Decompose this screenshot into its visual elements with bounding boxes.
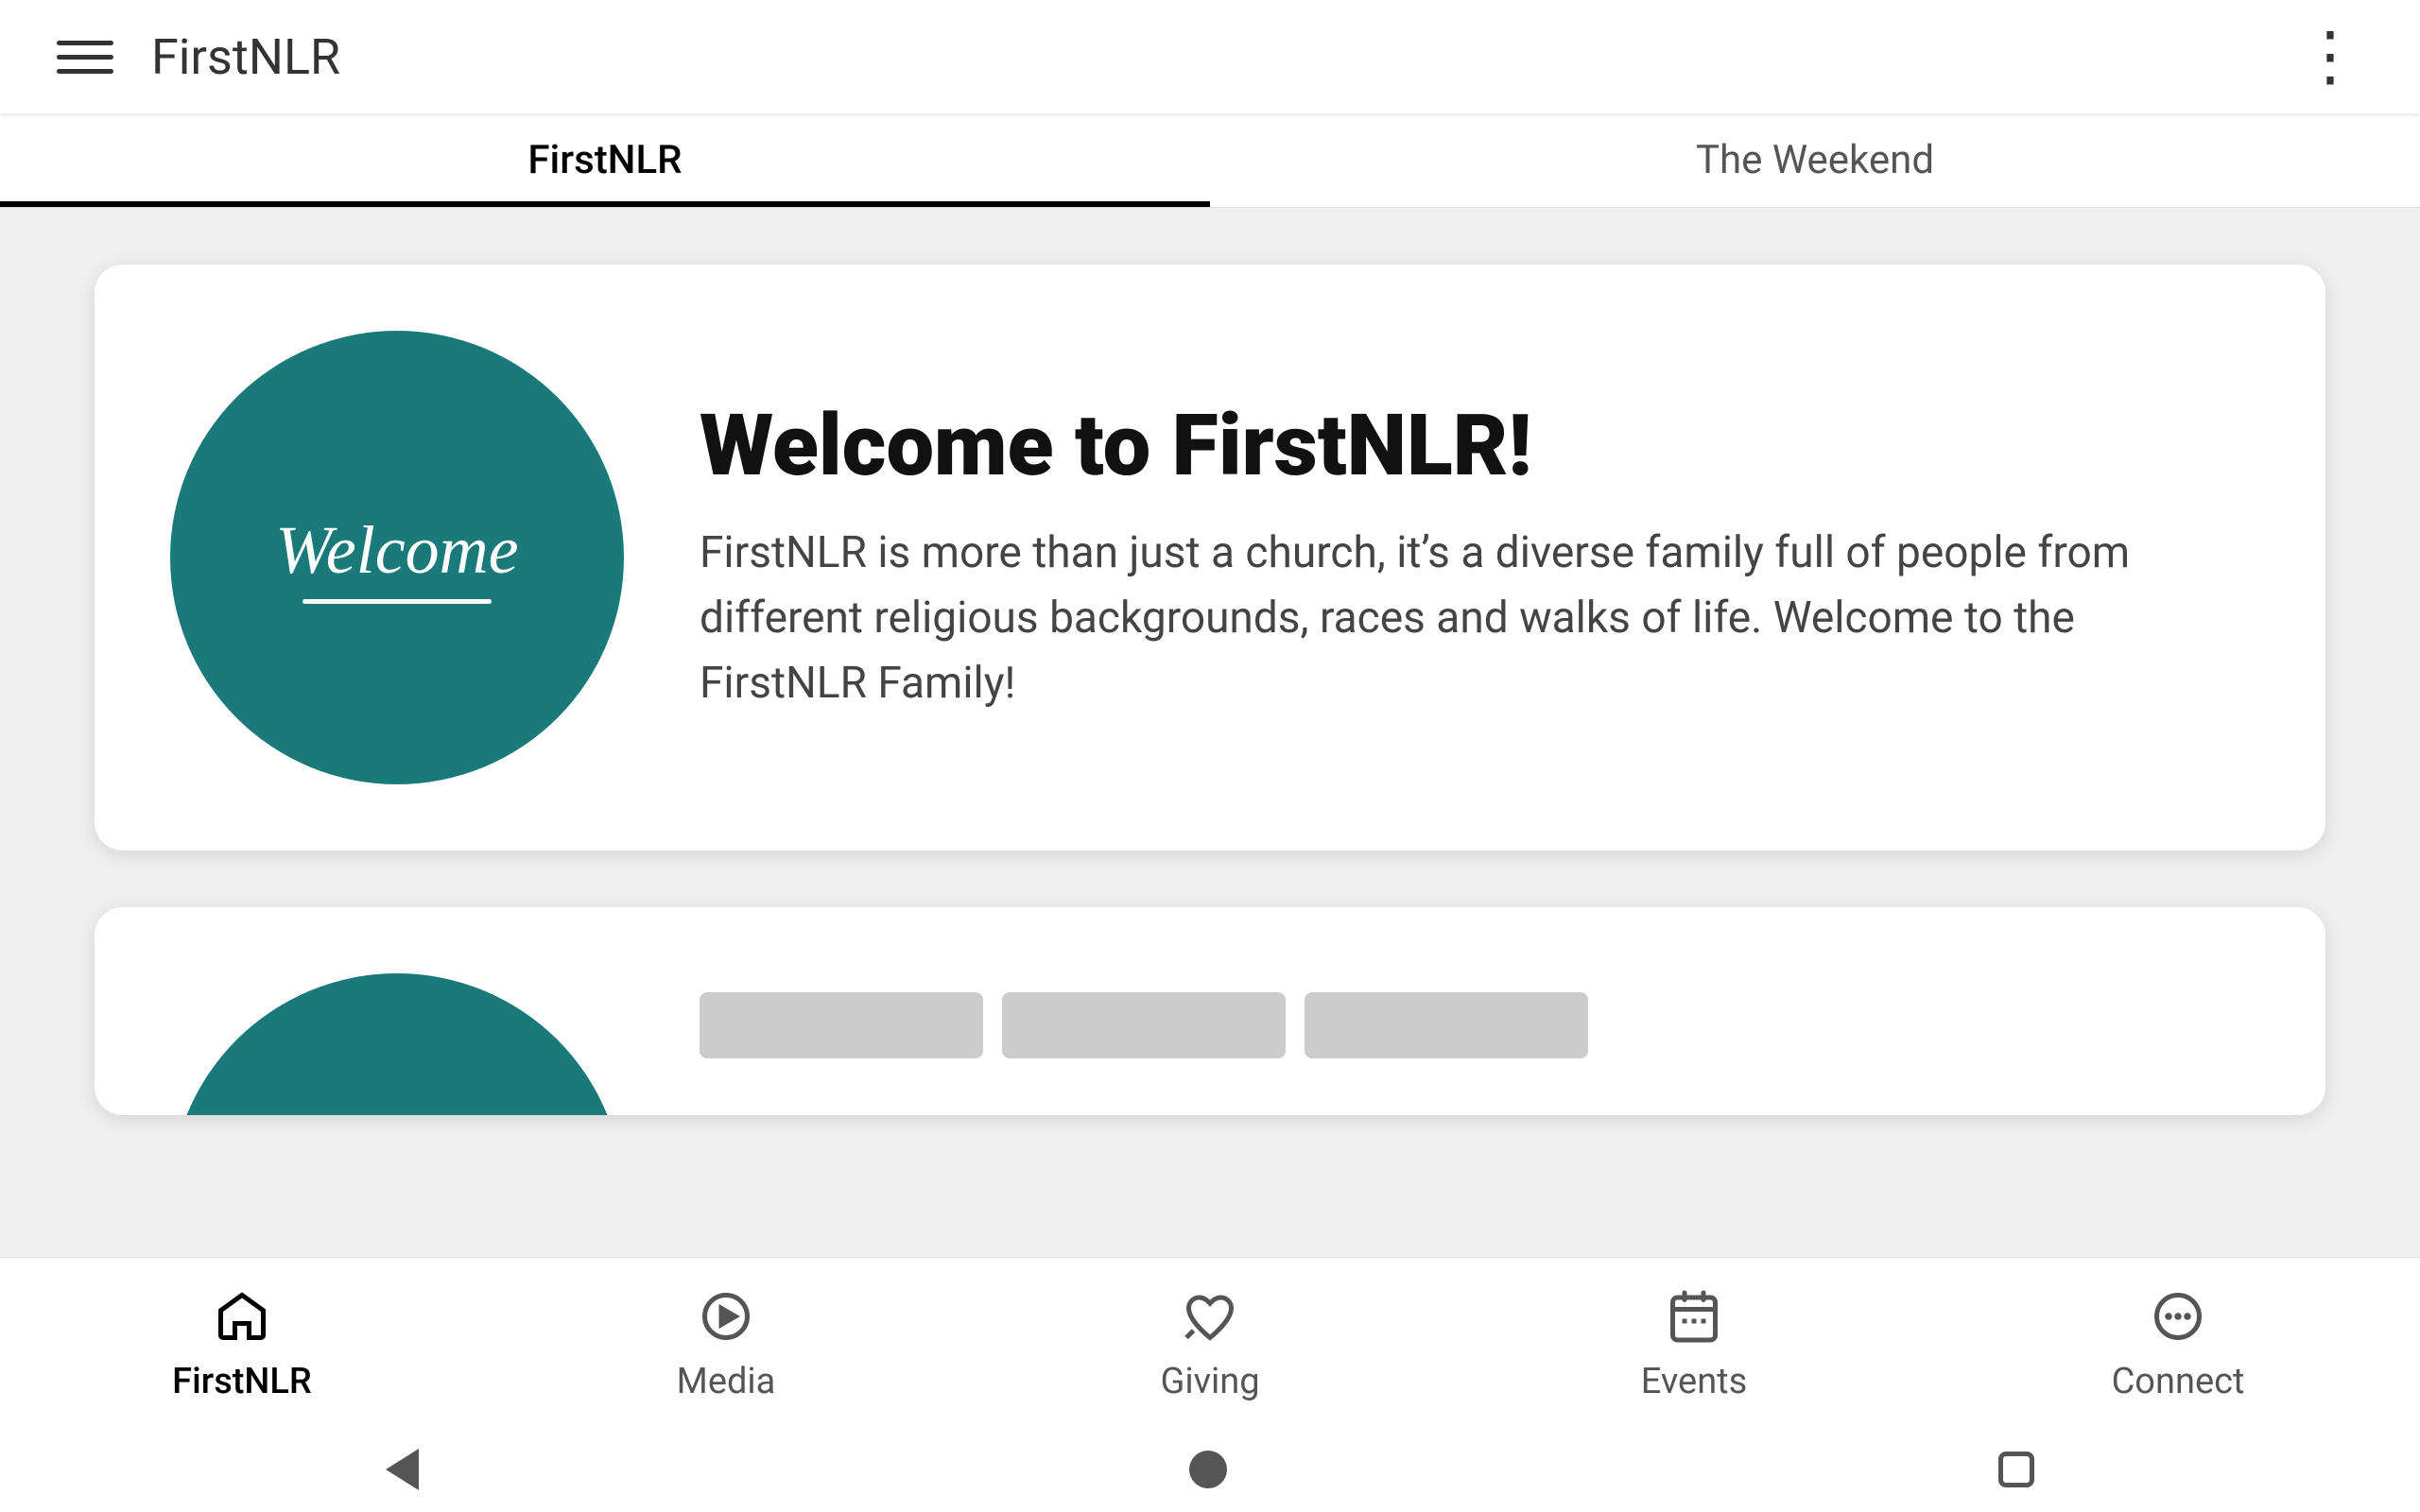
tab-bar: FirstNLR The Weekend [0,113,2420,208]
system-overview-button[interactable] [1998,1452,2034,1487]
nav-label-firstnlr: FirstNLR [172,1361,312,1402]
nav-label-giving: Giving [1160,1361,1259,1402]
system-back-button[interactable] [386,1449,419,1490]
welcome-card: Welcome Welcome to FirstNLR! FirstNLR is… [95,265,2325,850]
play-circle-icon [693,1283,759,1349]
app-bar: FirstNLR ⋮ [0,0,2420,113]
welcome-underline [302,599,492,604]
welcome-description: FirstNLR is more than just a church, it’… [700,521,2250,716]
bottom-nav: FirstNLR Media Giving [0,1257,2420,1427]
tab-weekend[interactable]: The Weekend [1210,113,2420,207]
app-bar-left: FirstNLR [57,28,340,86]
system-nav [0,1427,2420,1512]
chat-bubble-icon [2145,1283,2211,1349]
main-content: Welcome Welcome to FirstNLR! FirstNLR is… [0,208,2420,1332]
title-block-3 [1305,992,1588,1058]
second-card-title-bar [700,992,2250,1058]
title-block-2 [1002,992,1286,1058]
nav-item-giving[interactable]: Giving [1115,1283,1305,1402]
giving-icon [1177,1283,1243,1349]
welcome-circle-text: Welcome [275,511,518,590]
system-home-button[interactable] [1189,1451,1227,1488]
nav-label-media: Media [677,1361,776,1402]
welcome-title: Welcome to FirstNLR! [700,399,2250,492]
welcome-card-content: Welcome to FirstNLR! FirstNLR is more th… [700,399,2250,716]
title-block-1 [700,992,983,1058]
home-circle-icon [1189,1451,1227,1488]
second-card [95,907,2325,1115]
welcome-circle: Welcome [170,331,624,784]
tab-firstnlr[interactable]: FirstNLR [0,113,1210,207]
nav-item-firstnlr[interactable]: FirstNLR [147,1283,337,1402]
home-icon [209,1283,275,1349]
calendar-icon [1661,1283,1727,1349]
app-title: FirstNLR [151,28,340,86]
nav-item-media[interactable]: Media [631,1283,821,1402]
hamburger-menu-button[interactable] [57,28,113,85]
back-triangle-icon [386,1449,419,1490]
nav-label-connect: Connect [2112,1361,2245,1402]
nav-item-events[interactable]: Events [1599,1283,1789,1402]
more-options-button[interactable]: ⋮ [2297,24,2363,90]
overview-square-icon [1998,1452,2034,1487]
nav-item-connect[interactable]: Connect [2083,1283,2273,1402]
second-card-content [700,973,2250,1058]
second-card-circle [170,973,624,1115]
nav-label-events: Events [1641,1361,1747,1402]
